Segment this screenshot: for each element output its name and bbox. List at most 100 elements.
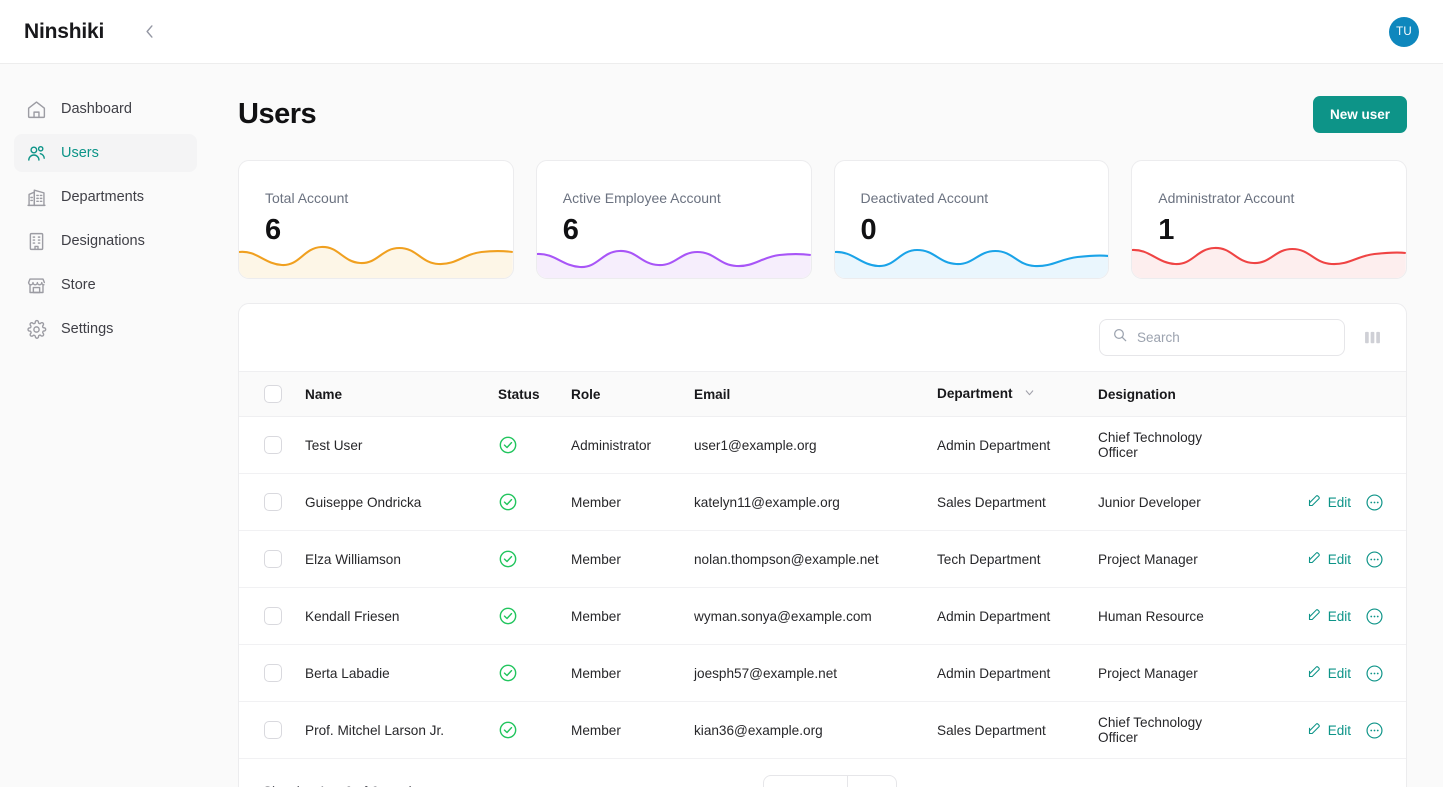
table-row[interactable]: Test User Administrator user1@example.or…	[239, 417, 1406, 474]
cell-name: Berta Labadie	[305, 665, 390, 681]
sidebar-item-label: Dashboard	[61, 101, 132, 117]
cell-actions: Edit	[1241, 588, 1406, 645]
stat-card-total-account: Total Account 6	[238, 160, 514, 279]
store-icon	[26, 275, 47, 296]
stat-card-administrator-account: Administrator Account 1	[1131, 160, 1407, 279]
row-checkbox[interactable]	[264, 493, 282, 511]
cell-designation: Project Manager	[1098, 665, 1198, 681]
row-checkbox[interactable]	[264, 607, 282, 625]
pencil-square-icon	[1307, 607, 1322, 625]
column-header-actions	[1241, 372, 1406, 417]
users-icon	[26, 143, 47, 164]
main-content: Users New user Total Account 6 Active Em…	[211, 64, 1443, 787]
table-row[interactable]: Berta Labadie Member joesph57@example.ne…	[239, 645, 1406, 702]
ellipsis-circle-icon[interactable]	[1365, 550, 1384, 569]
sparkline-chart	[1132, 230, 1406, 278]
column-header-name[interactable]: Name	[305, 372, 498, 417]
check-circle-icon	[498, 720, 571, 740]
cell-status	[498, 645, 571, 702]
stat-card-active-employee-account: Active Employee Account 6	[535, 160, 812, 279]
sidebar-item-departments[interactable]: Departments	[14, 178, 197, 216]
sparkline-chart	[536, 230, 811, 278]
column-header-role[interactable]: Role	[571, 372, 694, 417]
row-select-cell	[239, 474, 305, 531]
ellipsis-circle-icon[interactable]	[1365, 493, 1384, 512]
cell-department: Admin Department	[937, 665, 1051, 681]
sidebar-item-dashboard[interactable]: Dashboard	[14, 90, 197, 128]
columns-icon[interactable]	[1359, 325, 1385, 351]
edit-button[interactable]: Edit	[1307, 721, 1351, 739]
row-select-cell	[239, 702, 305, 759]
per-page-selector[interactable]: Per page 10	[762, 774, 897, 787]
cell-email: katelyn11@example.org	[694, 494, 840, 510]
new-user-button[interactable]: New user	[1312, 96, 1407, 133]
column-header-department[interactable]: Department	[937, 372, 1098, 417]
cell-name: Guiseppe Ondricka	[305, 494, 422, 510]
stat-label: Active Employee Account	[562, 190, 721, 206]
table-head: Name Status Role Email Department Design…	[239, 371, 1406, 417]
sidebar-item-label: Departments	[61, 189, 145, 205]
sidebar-item-label: Store	[61, 277, 96, 293]
check-circle-icon	[498, 549, 571, 569]
chevron-left-icon[interactable]	[134, 17, 164, 47]
row-select-cell	[239, 531, 305, 588]
table-row[interactable]: Kendall Friesen Member wyman.sonya@examp…	[239, 588, 1406, 645]
row-checkbox[interactable]	[264, 550, 282, 568]
sidebar-item-label: Users	[61, 145, 99, 161]
column-header-status[interactable]: Status	[498, 372, 571, 417]
ellipsis-circle-icon[interactable]	[1365, 607, 1384, 626]
cell-role: Member	[571, 551, 621, 567]
cell-designation: Project Manager	[1098, 551, 1198, 567]
edit-button[interactable]: Edit	[1307, 664, 1351, 682]
per-page-label: Per page	[764, 775, 848, 787]
page-header: Users New user	[238, 88, 1407, 133]
avatar[interactable]: TU	[1389, 16, 1419, 47]
per-page-value[interactable]: 10	[848, 776, 896, 787]
cell-designation: Junior Developer	[1098, 494, 1201, 510]
app-brand: Ninshiki	[24, 19, 105, 43]
check-circle-icon	[498, 606, 571, 626]
row-checkbox[interactable]	[264, 436, 282, 454]
cell-department: Sales Department	[937, 494, 1046, 510]
cell-department: Admin Department	[937, 608, 1051, 624]
search-box[interactable]	[1099, 319, 1345, 356]
users-table: Name Status Role Email Department Design…	[239, 371, 1406, 759]
table-body: Test User Administrator user1@example.or…	[239, 417, 1406, 759]
sidebar-item-settings[interactable]: Settings	[14, 310, 197, 348]
table-row[interactable]: Guiseppe Ondricka Member katelyn11@examp…	[239, 474, 1406, 531]
sidebar-item-designations[interactable]: Designations	[14, 222, 197, 260]
cell-name: Test User	[305, 437, 363, 453]
cell-role: Member	[571, 665, 621, 681]
ellipsis-circle-icon[interactable]	[1365, 721, 1384, 740]
cell-status	[498, 702, 571, 759]
pencil-square-icon	[1307, 550, 1322, 568]
table-row[interactable]: Elza Williamson Member nolan.thompson@ex…	[239, 531, 1406, 588]
cell-status	[498, 474, 571, 531]
select-all-checkbox[interactable]	[264, 385, 282, 403]
cell-email: user1@example.org	[694, 437, 817, 453]
column-header-email[interactable]: Email	[694, 372, 937, 417]
users-table-card: Name Status Role Email Department Design…	[238, 303, 1407, 787]
body-wrapper: Dashboard Users Departments Designations	[0, 64, 1443, 787]
ellipsis-circle-icon[interactable]	[1365, 664, 1384, 683]
row-checkbox[interactable]	[264, 664, 282, 682]
sidebar-item-store[interactable]: Store	[14, 266, 197, 304]
column-header-designation[interactable]: Designation	[1098, 372, 1241, 417]
table-toolbar	[239, 304, 1406, 371]
stat-cards: Total Account 6 Active Employee Account …	[238, 160, 1407, 279]
table-row[interactable]: Prof. Mitchel Larson Jr. Member kian36@e…	[239, 702, 1406, 759]
search-input[interactable]	[1137, 330, 1332, 345]
cell-status	[498, 417, 571, 474]
edit-button[interactable]: Edit	[1307, 607, 1351, 625]
row-actions: Edit	[1241, 721, 1384, 740]
cell-name: Prof. Mitchel Larson Jr.	[305, 722, 445, 738]
edit-button[interactable]: Edit	[1307, 550, 1351, 568]
sidebar-item-label: Settings	[61, 321, 114, 337]
cell-status	[498, 588, 571, 645]
cell-name: Kendall Friesen	[305, 608, 400, 624]
sidebar-item-users[interactable]: Users	[14, 134, 197, 172]
row-checkbox[interactable]	[264, 721, 282, 739]
edit-button[interactable]: Edit	[1307, 493, 1351, 511]
cell-role: Member	[571, 494, 621, 510]
table-footer: Showing 1 to 6 of 6 results Per page 10	[239, 759, 1406, 787]
